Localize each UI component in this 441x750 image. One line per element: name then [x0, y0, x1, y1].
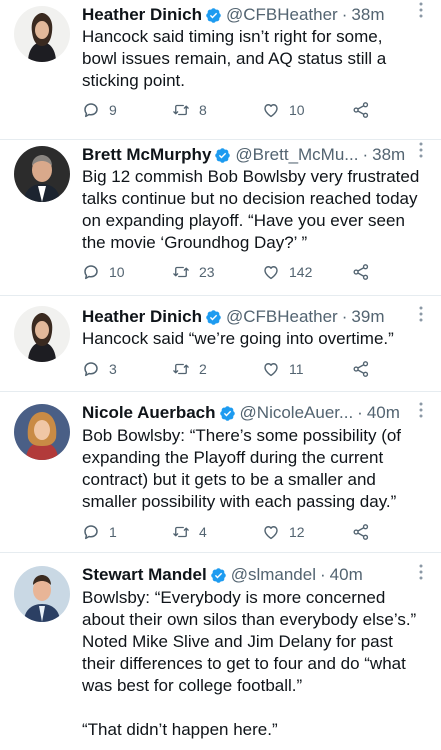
- tweet-header: Brett McMurphy @Brett_McMu... · 38m: [82, 144, 407, 166]
- display-name[interactable]: Heather Dinich: [82, 306, 202, 328]
- avatar[interactable]: [14, 6, 70, 62]
- verified-badge-icon: [219, 405, 236, 422]
- reply-button[interactable]: 1: [82, 522, 117, 542]
- retweet-count: 2: [199, 361, 207, 377]
- reply-count: 1: [109, 524, 117, 540]
- retweet-count: 23: [199, 264, 215, 280]
- retweet-icon: [172, 263, 190, 281]
- like-button[interactable]: 10: [262, 100, 305, 120]
- display-name[interactable]: Heather Dinich: [82, 4, 202, 26]
- user-handle[interactable]: @Brett_McMu...: [235, 144, 358, 166]
- like-icon: [262, 101, 280, 119]
- tweet[interactable]: Stewart Mandel @slmandel · 40m Bowlsby: …: [0, 553, 441, 750]
- share-icon: [352, 101, 370, 119]
- avatar[interactable]: [14, 566, 70, 622]
- tweet[interactable]: Nicole Auerbach @NicoleAuer... · 40m Bob…: [0, 392, 441, 553]
- retweet-button[interactable]: 2: [172, 359, 207, 379]
- separator-dot: ·: [320, 565, 326, 584]
- reply-icon: [82, 523, 100, 541]
- retweet-button[interactable]: 4: [172, 522, 207, 542]
- verified-badge-icon: [205, 309, 222, 326]
- retweet-icon: [172, 101, 190, 119]
- share-button[interactable]: [352, 359, 379, 379]
- like-icon: [262, 360, 280, 378]
- tweet-actions: 10 23 142: [82, 262, 382, 282]
- verified-badge-icon: [205, 7, 222, 24]
- reply-icon: [82, 360, 100, 378]
- like-button[interactable]: 12: [262, 522, 305, 542]
- retweet-count: 4: [199, 524, 207, 540]
- tweet-actions: 9 8 10: [82, 100, 382, 120]
- tweet-text: Hancock said “we’re going into overtime.…: [82, 329, 394, 348]
- tweet-text: Bowlsby: “Everybody is more concerned ab…: [82, 588, 417, 739]
- tweet-header: Stewart Mandel @slmandel · 40m: [82, 564, 407, 586]
- more-options-icon[interactable]: [419, 2, 423, 18]
- reply-button[interactable]: 3: [82, 359, 117, 379]
- share-button[interactable]: [352, 522, 379, 542]
- more-options-icon[interactable]: [419, 142, 423, 158]
- tweet[interactable]: Brett McMurphy @Brett_McMu... · 38m Big …: [0, 140, 441, 296]
- more-options-icon[interactable]: [419, 306, 423, 322]
- tweet[interactable]: Heather Dinich @CFBHeather · 39m Hancock…: [0, 296, 441, 392]
- retweet-button[interactable]: 8: [172, 100, 207, 120]
- share-icon: [352, 523, 370, 541]
- like-button[interactable]: 142: [262, 262, 312, 282]
- like-count: 142: [289, 264, 313, 280]
- reply-count: 3: [109, 361, 117, 377]
- share-button[interactable]: [352, 262, 379, 282]
- more-options-icon[interactable]: [419, 402, 423, 418]
- like-count: 10: [289, 102, 305, 118]
- like-icon: [262, 263, 280, 281]
- timestamp[interactable]: 39m: [351, 306, 384, 328]
- retweet-button[interactable]: 23: [172, 262, 215, 282]
- separator-dot: ·: [357, 403, 363, 422]
- tweet-actions: 3 2 11: [82, 359, 382, 379]
- share-button[interactable]: [352, 100, 379, 120]
- timestamp[interactable]: 40m: [367, 402, 400, 424]
- reply-button[interactable]: 9: [82, 100, 117, 120]
- reply-count: 9: [109, 102, 117, 118]
- avatar[interactable]: [14, 404, 70, 460]
- reply-count: 10: [109, 264, 125, 280]
- tweet-header: Heather Dinich @CFBHeather · 39m: [82, 306, 407, 328]
- tweet[interactable]: Heather Dinich @CFBHeather · 38m Hancock…: [0, 0, 441, 140]
- like-icon: [262, 523, 280, 541]
- user-handle[interactable]: @slmandel: [231, 564, 316, 586]
- more-options-icon[interactable]: [419, 564, 423, 580]
- like-button[interactable]: 11: [262, 359, 304, 379]
- display-name[interactable]: Brett McMurphy: [82, 144, 211, 166]
- verified-badge-icon: [214, 147, 231, 164]
- reply-icon: [82, 263, 100, 281]
- like-count: 11: [289, 361, 304, 377]
- retweet-count: 8: [199, 102, 207, 118]
- user-handle[interactable]: @CFBHeather: [226, 306, 338, 328]
- user-handle[interactable]: @CFBHeather: [226, 4, 338, 26]
- separator-dot: ·: [341, 307, 348, 326]
- retweet-icon: [172, 360, 190, 378]
- tweet-header: Nicole Auerbach @NicoleAuer... · 40m: [82, 402, 407, 424]
- avatar[interactable]: [14, 306, 70, 362]
- avatar[interactable]: [14, 146, 70, 202]
- retweet-icon: [172, 523, 190, 541]
- separator-dot: ·: [341, 5, 348, 24]
- separator-dot: ·: [362, 145, 369, 164]
- tweet-header: Heather Dinich @CFBHeather · 38m: [82, 4, 407, 26]
- tweet-actions: 1 4 12: [82, 522, 382, 542]
- tweet-text: Bob Bowlsby: “There’s some possibility (…: [82, 426, 402, 511]
- like-count: 12: [289, 524, 305, 540]
- reply-icon: [82, 101, 100, 119]
- display-name[interactable]: Stewart Mandel: [82, 564, 207, 586]
- user-handle[interactable]: @NicoleAuer...: [240, 402, 354, 424]
- verified-badge-icon: [210, 567, 227, 584]
- tweet-feed: Heather Dinich @CFBHeather · 38m Hancock…: [0, 0, 441, 750]
- share-icon: [352, 360, 370, 378]
- timestamp[interactable]: 40m: [330, 564, 363, 586]
- display-name[interactable]: Nicole Auerbach: [82, 402, 216, 424]
- tweet-text: Big 12 commish Bob Bowlsby very frustrat…: [82, 167, 420, 252]
- timestamp[interactable]: 38m: [351, 4, 384, 26]
- tweet-text: Hancock said timing isn’t right for some…: [82, 27, 387, 90]
- reply-button[interactable]: 10: [82, 262, 125, 282]
- share-icon: [352, 263, 370, 281]
- timestamp[interactable]: 38m: [372, 144, 405, 166]
